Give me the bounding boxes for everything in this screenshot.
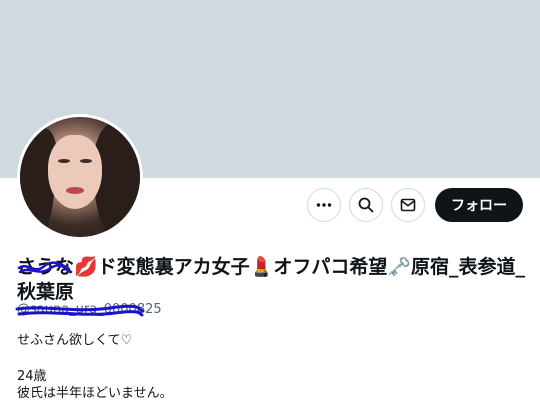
profile-photo xyxy=(20,117,140,237)
bio-line: 24歳 xyxy=(17,369,47,384)
more-button[interactable] xyxy=(307,188,341,222)
bio-line: せふさん欲しくて♡ xyxy=(17,333,133,348)
profile-actions: フォロー xyxy=(307,188,523,222)
bio-line: 彼氏は半年ほどいません。 xyxy=(17,386,173,401)
mail-icon xyxy=(400,198,416,212)
avatar[interactable] xyxy=(17,114,143,240)
bio-spacer xyxy=(17,349,173,368)
profile-bio: せふさん欲しくて♡ 24歳 彼氏は半年ほどいません。 xyxy=(17,332,173,402)
more-icon xyxy=(316,203,332,207)
search-button[interactable] xyxy=(349,188,383,222)
redaction-scribble xyxy=(17,261,72,274)
display-name: さうな💋ド変態裏アカ女子💄オフパコ希望🗝️原宿_表参道_秋葉原 xyxy=(17,256,525,303)
profile-page: フォロー さうな💋ド変態裏アカ女子💄オフパコ希望🗝️原宿_表参道_秋葉原 @sa… xyxy=(0,0,540,407)
message-button[interactable] xyxy=(391,188,425,222)
handle-redaction xyxy=(15,304,145,317)
follow-button[interactable]: フォロー xyxy=(435,188,523,222)
search-icon xyxy=(358,197,374,213)
